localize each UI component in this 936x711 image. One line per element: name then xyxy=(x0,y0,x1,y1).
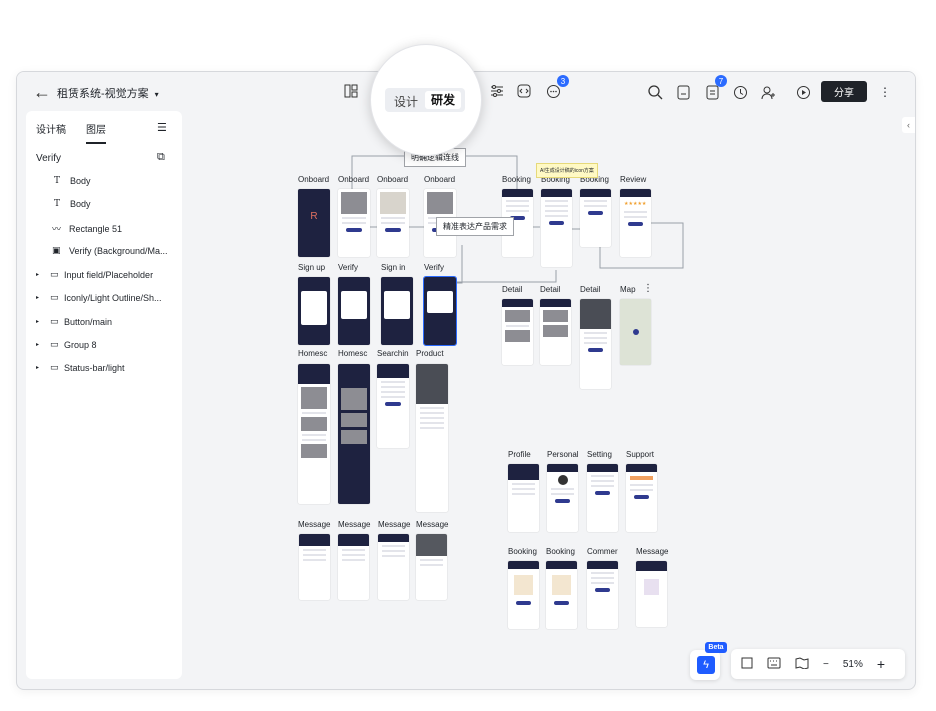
mode-design-tab[interactable]: 设计 xyxy=(394,93,418,110)
frame-setting[interactable] xyxy=(587,464,618,532)
frame-label: Homesc xyxy=(338,349,368,358)
frame-detail-1[interactable] xyxy=(502,299,533,365)
frame-detail-2[interactable] xyxy=(540,299,571,365)
frame-label: Sign in xyxy=(381,263,406,272)
frame-support[interactable] xyxy=(626,464,657,532)
frame-personal[interactable] xyxy=(547,464,578,532)
frame-label: Onboard xyxy=(377,175,409,184)
frame-label: Review xyxy=(620,175,647,184)
zoom-level[interactable]: 51% xyxy=(843,659,863,670)
frame-label: Setting xyxy=(587,450,612,459)
zoom-toolbar: − 51% + xyxy=(731,649,905,679)
frame-label: Product xyxy=(416,349,444,358)
frame-label: Personal xyxy=(547,450,579,459)
frame-label: Message xyxy=(338,520,371,529)
mode-dev-tab[interactable]: 研发 xyxy=(425,91,461,109)
frame-searching[interactable] xyxy=(377,364,409,448)
frame-onboard-1[interactable]: R xyxy=(298,189,330,257)
frame-label: Support xyxy=(626,450,655,459)
frame-verify-1[interactable] xyxy=(338,277,370,345)
frame-booking-2[interactable] xyxy=(541,189,572,267)
frame-onboard-2[interactable] xyxy=(338,189,370,257)
frame-icon[interactable] xyxy=(741,657,753,672)
callout-product-needs: 精准表达产品需求 xyxy=(436,217,514,236)
frame-label: Sign up xyxy=(298,263,326,272)
frame-booking-5[interactable] xyxy=(546,561,577,629)
sticky-note[interactable]: AI生成设计稿的icon方案 xyxy=(536,163,598,178)
frame-label: Message xyxy=(378,520,411,529)
frame-label: Booking xyxy=(502,175,531,184)
keyboard-icon[interactable] xyxy=(767,657,781,672)
ai-assistant-button[interactable]: ϟ xyxy=(690,650,720,680)
frame-booking-4[interactable] xyxy=(508,561,539,629)
map-icon[interactable] xyxy=(795,656,809,672)
frame-homescreen-1[interactable] xyxy=(298,364,330,504)
frame-detail-3[interactable] xyxy=(580,299,611,389)
frame-booking-3[interactable] xyxy=(580,189,611,247)
frame-sign-up[interactable] xyxy=(298,277,330,345)
frame-label: Message xyxy=(298,520,331,529)
frame-label: Message xyxy=(416,520,449,529)
frame-label: Commer xyxy=(587,547,618,556)
beta-badge: Beta xyxy=(705,642,727,653)
frame-message-5[interactable] xyxy=(636,561,667,627)
frame-label: Booking xyxy=(508,547,537,556)
frame-message-3[interactable] xyxy=(378,534,409,600)
frame-label: Profile xyxy=(508,450,531,459)
zoom-out-button[interactable]: − xyxy=(823,659,829,670)
zoom-in-button[interactable]: + xyxy=(877,656,885,672)
frame-label: Onboard xyxy=(298,175,330,184)
frame-label: Homesc xyxy=(298,349,328,358)
frame-verify-selected[interactable] xyxy=(423,276,457,346)
frame-label: Onboard xyxy=(338,175,370,184)
frame-profile[interactable] xyxy=(508,464,539,532)
lightning-icon: ϟ xyxy=(697,656,715,674)
frame-label: Detail xyxy=(540,285,561,294)
frame-label: Verify xyxy=(424,263,445,272)
frame-map[interactable] xyxy=(620,299,651,365)
frame-product[interactable] xyxy=(416,364,448,512)
frame-label: Detail xyxy=(580,285,601,294)
frame-message-1[interactable] xyxy=(299,534,330,600)
frame-label: Map xyxy=(620,285,636,294)
frame-review[interactable]: ★★★★★ xyxy=(620,189,651,257)
more-options-icon[interactable]: ⋮ xyxy=(643,283,653,294)
frame-onboard-3[interactable] xyxy=(377,189,409,257)
frame-comment[interactable] xyxy=(587,561,618,629)
frame-label: Booking xyxy=(546,547,575,556)
frame-sign-in[interactable] xyxy=(381,277,413,345)
frame-message-2[interactable] xyxy=(338,534,369,600)
frame-label: Message xyxy=(636,547,669,556)
frame-label: Detail xyxy=(502,285,523,294)
mode-switch[interactable]: 设计 研发 xyxy=(385,88,465,112)
frame-label: Verify xyxy=(338,263,359,272)
frame-label: Onboard xyxy=(424,175,456,184)
frame-label: Searchin xyxy=(377,349,409,358)
frame-homescreen-2[interactable] xyxy=(338,364,370,504)
frame-message-4[interactable] xyxy=(416,534,447,600)
